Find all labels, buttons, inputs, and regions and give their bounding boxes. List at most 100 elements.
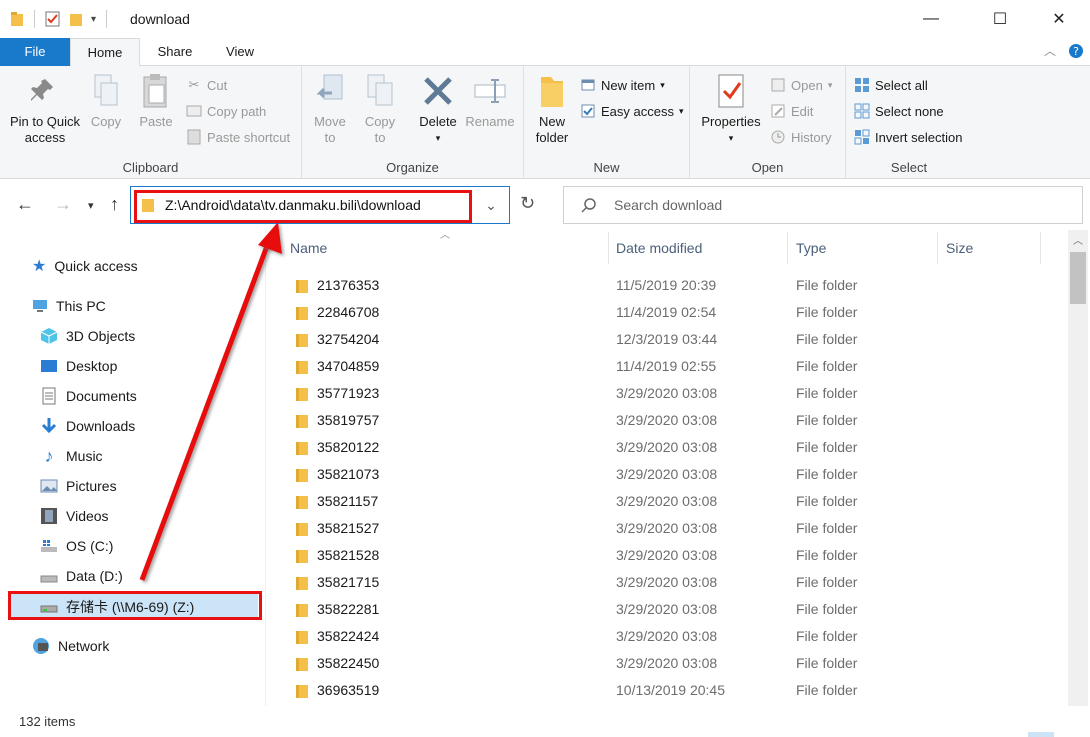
file-row[interactable]: 35821157 3/29/2020 03:08 File folder [266, 488, 1066, 515]
search-input[interactable]: Search download [614, 197, 722, 213]
search-box[interactable]: Search download [563, 186, 1083, 224]
file-row[interactable]: 35821528 3/29/2020 03:08 File folder [266, 542, 1066, 569]
properties-icon [714, 72, 748, 110]
file-row[interactable]: 35820122 3/29/2020 03:08 File folder [266, 434, 1066, 461]
file-name[interactable]: 35771923 [317, 385, 379, 401]
scroll-up-icon[interactable]: ︿ [1073, 232, 1083, 247]
properties-dropdown-icon[interactable]: ▾ [698, 130, 764, 146]
new-folder-button[interactable]: New folder [530, 72, 574, 146]
nav-os-c[interactable]: OS (C:) [40, 534, 113, 558]
file-row[interactable]: 35821715 3/29/2020 03:08 File folder [266, 569, 1066, 596]
new-item-button[interactable]: New item ▾ [580, 74, 665, 96]
file-name[interactable]: 21376353 [317, 277, 379, 293]
easy-access-button[interactable]: Easy access ▾ [580, 100, 684, 122]
history-button[interactable]: History [770, 126, 831, 148]
file-row[interactable]: 35771923 3/29/2020 03:08 File folder [266, 380, 1066, 407]
details-view-icon[interactable] [1028, 732, 1054, 737]
nav-desktop[interactable]: Desktop [40, 354, 117, 378]
copy-to-button[interactable]: Copy to [360, 72, 400, 146]
properties-icon[interactable] [45, 11, 61, 27]
column-divider[interactable] [608, 232, 609, 264]
nav-quick-access[interactable]: ★ Quick access [32, 254, 138, 278]
file-type: File folder [796, 682, 858, 698]
copy-path-button[interactable]: Copy path [186, 100, 266, 122]
nav-data-d[interactable]: Data (D:) [40, 564, 123, 588]
collapse-ribbon-icon[interactable]: ︿ [1044, 42, 1056, 59]
file-name[interactable]: 35821527 [317, 520, 379, 536]
open-button[interactable]: Open ▾ [770, 74, 832, 96]
chevron-down-icon[interactable]: ⌄ [473, 187, 509, 223]
file-name[interactable]: 34704859 [317, 358, 379, 374]
scrollbar-thumb[interactable] [1070, 252, 1086, 304]
file-row[interactable]: 36963519 10/13/2019 20:45 File folder [266, 677, 1066, 704]
column-header-type[interactable]: Type [796, 230, 826, 266]
file-name[interactable]: 35821073 [317, 466, 379, 482]
column-divider[interactable] [1040, 232, 1041, 264]
forward-arrow-icon[interactable]: → [54, 194, 72, 215]
file-name[interactable]: 22846708 [317, 304, 379, 320]
paste-shortcut-button[interactable]: Paste shortcut [186, 126, 290, 148]
column-header-name[interactable]: Name [290, 230, 327, 266]
column-divider[interactable] [937, 232, 938, 264]
file-row[interactable]: 35821073 3/29/2020 03:08 File folder [266, 461, 1066, 488]
file-row[interactable]: 21376353 11/5/2019 20:39 File folder [266, 272, 1066, 299]
invert-selection-button[interactable]: Invert selection [854, 126, 962, 148]
pin-to-quick-access-button[interactable]: Pin to Quick access [6, 72, 84, 146]
tab-view[interactable]: View [216, 38, 264, 66]
tab-file[interactable]: File [0, 38, 70, 66]
nav-downloads[interactable]: Downloads [40, 414, 135, 438]
select-all-button[interactable]: Select all [854, 74, 928, 96]
refresh-icon[interactable]: ↻ [520, 193, 535, 214]
column-divider[interactable] [787, 232, 788, 264]
file-row[interactable]: 22846708 11/4/2019 02:54 File folder [266, 299, 1066, 326]
copy-button[interactable]: Copy [86, 72, 126, 130]
file-row[interactable]: 35819757 3/29/2020 03:08 File folder [266, 407, 1066, 434]
file-row[interactable]: 35822281 3/29/2020 03:08 File folder [266, 596, 1066, 623]
column-header-date[interactable]: Date modified [616, 230, 702, 266]
delete-button[interactable]: Delete ▾ [416, 72, 460, 146]
file-name[interactable]: 35822424 [317, 628, 379, 644]
vertical-scrollbar[interactable]: ︿ [1068, 230, 1088, 706]
file-name[interactable]: 32754204 [317, 331, 379, 347]
rename-button[interactable]: Rename [464, 72, 516, 130]
nav-network[interactable]: Network [32, 634, 109, 658]
nav-documents[interactable]: Documents [40, 384, 137, 408]
new-folder-icon[interactable] [69, 11, 83, 27]
tab-home[interactable]: Home [70, 38, 140, 67]
tab-share[interactable]: Share [148, 38, 202, 66]
file-name[interactable]: 35820122 [317, 439, 379, 455]
nav-videos[interactable]: Videos [40, 504, 109, 528]
file-name[interactable]: 35821157 [317, 493, 378, 509]
file-name[interactable]: 35822281 [317, 601, 379, 617]
file-row[interactable]: 35822450 3/29/2020 03:08 File folder [266, 650, 1066, 677]
minimize-button[interactable]: — [908, 0, 954, 38]
select-none-button[interactable]: Select none [854, 100, 944, 122]
cut-button[interactable]: ✂ Cut [186, 74, 228, 96]
paste-button[interactable]: Paste [134, 72, 178, 130]
customize-toolbar-icon[interactable]: ▾ [91, 14, 96, 25]
delete-dropdown-icon[interactable]: ▾ [416, 130, 460, 146]
file-row[interactable]: 34704859 11/4/2019 02:55 File folder [266, 353, 1066, 380]
edit-button[interactable]: Edit [770, 100, 813, 122]
maximize-button[interactable]: ☐ [977, 0, 1023, 38]
recent-locations-chevron-icon[interactable]: ▾ [88, 199, 94, 212]
back-arrow-icon[interactable]: ← [16, 194, 34, 215]
column-header-size[interactable]: Size [946, 230, 973, 266]
file-name[interactable]: 35821715 [317, 574, 379, 590]
file-name[interactable]: 35822450 [317, 655, 379, 671]
file-row[interactable]: 35821527 3/29/2020 03:08 File folder [266, 515, 1066, 542]
nav-this-pc[interactable]: This PC [32, 294, 106, 318]
file-name[interactable]: 35819757 [317, 412, 379, 428]
file-row[interactable]: 32754204 12/3/2019 03:44 File folder [266, 326, 1066, 353]
close-button[interactable]: ✕ [1036, 0, 1082, 38]
file-name[interactable]: 36963519 [317, 682, 379, 698]
properties-button[interactable]: Properties ▾ [698, 72, 764, 146]
nav-3d-objects[interactable]: 3D Objects [40, 324, 135, 348]
up-arrow-icon[interactable]: ↑ [110, 194, 119, 215]
move-to-button[interactable]: Move to [310, 72, 350, 146]
help-icon[interactable]: ? [1068, 43, 1084, 59]
file-name[interactable]: 35821528 [317, 547, 379, 563]
nav-pictures[interactable]: Pictures [40, 474, 117, 498]
nav-music[interactable]: ♪ Music [40, 444, 103, 468]
file-row[interactable]: 35822424 3/29/2020 03:08 File folder [266, 623, 1066, 650]
